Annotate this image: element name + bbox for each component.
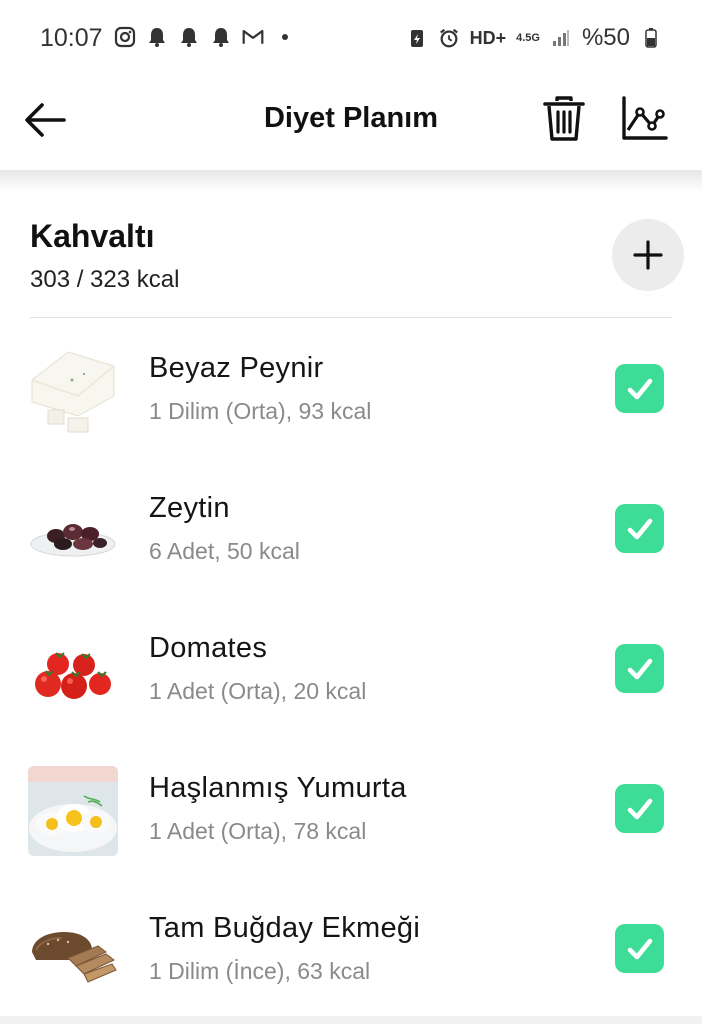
page-title: Diyet Planım bbox=[263, 102, 439, 134]
meal-title: Kahvaltı bbox=[30, 218, 155, 254]
tomatoes-image bbox=[28, 626, 118, 716]
signal-icon bbox=[550, 27, 572, 49]
food-name: Domates bbox=[149, 632, 268, 664]
olives-image bbox=[28, 486, 118, 576]
battery-saver-icon bbox=[406, 27, 428, 49]
notification-icons bbox=[114, 26, 296, 48]
bell-icon bbox=[178, 26, 200, 48]
statistics-button[interactable] bbox=[618, 94, 670, 144]
app-bar-shadow bbox=[0, 170, 702, 192]
list-item[interactable]: Haşlanmış Yumurta 1 Adet (Orta), 78 kcal bbox=[0, 738, 702, 878]
food-list: Beyaz Peynir 1 Dilim (Orta), 93 kcal Zey… bbox=[0, 318, 702, 1018]
network-type-icon: 4.5G bbox=[516, 31, 540, 44]
food-detail: 1 Adet (Orta), 20 kcal bbox=[149, 678, 367, 704]
plus-icon bbox=[633, 240, 663, 270]
food-name: Beyaz Peynir bbox=[149, 352, 324, 384]
list-item[interactable]: Tam Buğday Ekmeği 1 Dilim (İnce), 63 kca… bbox=[0, 878, 702, 1018]
food-checkbox[interactable] bbox=[615, 924, 664, 973]
checkmark-icon bbox=[627, 378, 652, 399]
food-detail: 6 Adet, 50 kcal bbox=[149, 538, 300, 564]
list-item[interactable]: Beyaz Peynir 1 Dilim (Orta), 93 kcal bbox=[0, 318, 702, 458]
system-icons: HD+ 4.5G %50 bbox=[406, 24, 662, 52]
checkmark-icon bbox=[627, 658, 652, 679]
checkmark-icon bbox=[627, 938, 652, 959]
food-detail: 1 Adet (Orta), 78 kcal bbox=[149, 818, 367, 844]
food-checkbox[interactable] bbox=[615, 644, 664, 693]
checkmark-icon bbox=[627, 518, 652, 539]
food-checkbox[interactable] bbox=[615, 504, 664, 553]
list-item[interactable]: Domates 1 Adet (Orta), 20 kcal bbox=[0, 598, 702, 738]
food-name: Haşlanmış Yumurta bbox=[149, 772, 407, 804]
food-name: Zeytin bbox=[149, 492, 230, 524]
bell-icon bbox=[210, 26, 232, 48]
food-detail: 1 Dilim (İnce), 63 kcal bbox=[149, 958, 371, 984]
food-detail: 1 Dilim (Orta), 93 kcal bbox=[149, 398, 372, 424]
food-checkbox[interactable] bbox=[615, 364, 664, 413]
whole-wheat-bread-image bbox=[28, 906, 118, 996]
food-checkbox[interactable] bbox=[615, 784, 664, 833]
bottom-divider bbox=[0, 1016, 702, 1024]
line-chart-icon bbox=[622, 96, 668, 140]
add-food-button[interactable] bbox=[612, 219, 684, 291]
list-item[interactable]: Zeytin 6 Adet, 50 kcal bbox=[0, 458, 702, 598]
gmail-icon bbox=[242, 26, 264, 48]
battery-icon bbox=[640, 27, 662, 49]
instagram-icon bbox=[114, 26, 136, 48]
alarm-icon bbox=[438, 27, 460, 49]
status-bar: 10:07 HD+ 4.5G %50 bbox=[0, 0, 702, 78]
battery-percent: %50 bbox=[581, 24, 630, 51]
dot-icon bbox=[274, 26, 296, 48]
boiled-egg-image bbox=[28, 766, 118, 856]
delete-button[interactable] bbox=[540, 94, 588, 144]
status-time: 10:07 bbox=[40, 24, 103, 52]
checkmark-icon bbox=[627, 798, 652, 819]
meal-kcal-summary: 303 / 323 kcal bbox=[30, 266, 180, 293]
trash-icon bbox=[543, 96, 585, 141]
white-cheese-image bbox=[28, 346, 118, 436]
app-bar: Diyet Planım bbox=[0, 78, 702, 174]
food-name: Tam Buğday Ekmeği bbox=[149, 912, 421, 944]
hd-plus-icon: HD+ bbox=[469, 27, 507, 48]
bell-icon bbox=[146, 26, 168, 48]
